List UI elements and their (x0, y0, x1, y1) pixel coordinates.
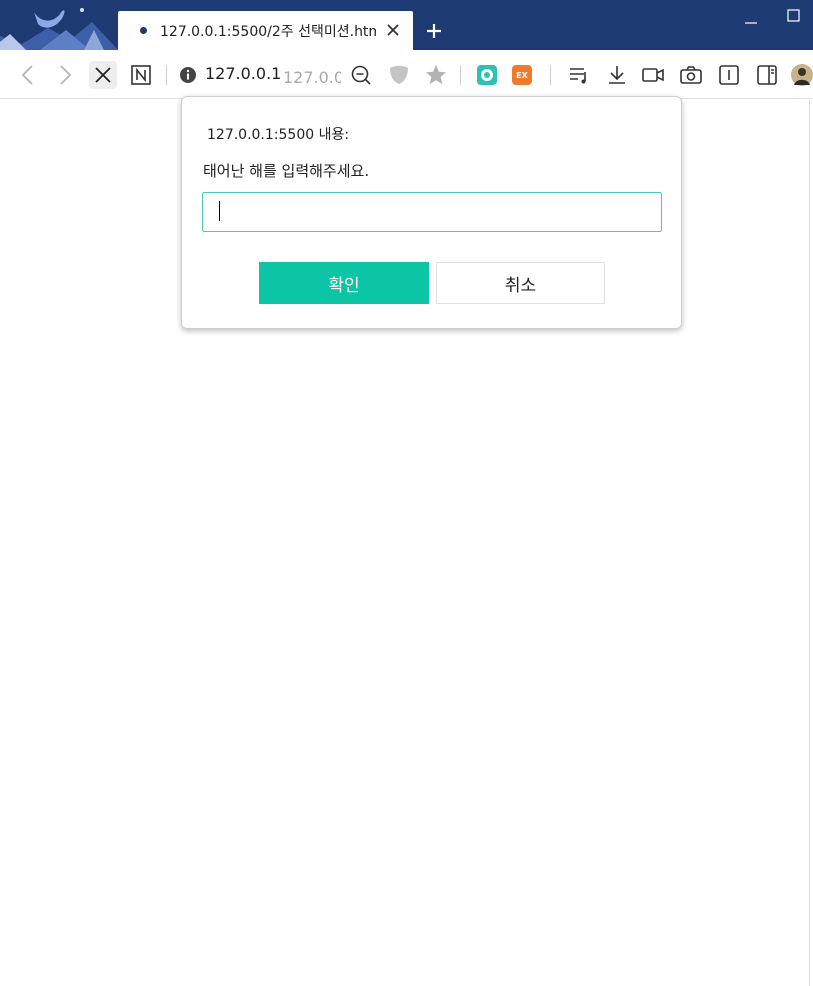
loading-dot-icon (140, 27, 147, 34)
cancel-button[interactable]: 취소 (436, 262, 605, 304)
address-host[interactable]: 127.0.0.1 (205, 64, 281, 83)
ex-extension-icon[interactable]: EX (512, 65, 532, 85)
toolbar-divider (460, 65, 461, 85)
stop-loading-icon[interactable] (89, 61, 117, 89)
new-tab-icon[interactable] (424, 21, 444, 41)
playlist-icon[interactable] (566, 62, 592, 88)
close-tab-icon[interactable] (384, 21, 402, 39)
naver-icon[interactable] (128, 62, 154, 88)
download-icon[interactable] (604, 62, 630, 88)
tab-title: 127.0.0.1:5500/2주 선택미션.html (160, 24, 376, 40)
shield-icon[interactable] (386, 62, 412, 88)
toolbar-divider (166, 65, 167, 85)
zoom-out-icon[interactable] (348, 62, 374, 88)
reader-mode-icon[interactable] (716, 62, 742, 88)
video-record-icon[interactable] (640, 62, 666, 88)
bookmark-star-icon[interactable] (423, 62, 449, 88)
whale-browser-logo (0, 0, 118, 50)
address-path[interactable]: 127.0.0.1:5500/2주 선택미션.html (283, 64, 341, 88)
back-icon[interactable] (15, 62, 41, 88)
tab-strip: 127.0.0.1:5500/2주 선택미션.html (0, 0, 813, 50)
prompt-dialog: 127.0.0.1:5500 내용: 태어난 해를 입력해주세요. 확인 취소 (181, 96, 682, 329)
dialog-origin: 127.0.0.1:5500 내용: (207, 127, 350, 143)
site-info-icon[interactable] (175, 62, 201, 88)
text-caret (219, 201, 220, 221)
green-extension-icon[interactable] (477, 65, 497, 85)
ok-button[interactable]: 확인 (259, 262, 429, 304)
active-tab[interactable]: 127.0.0.1:5500/2주 선택미션.html (118, 11, 413, 50)
scrollbar-edge (809, 100, 810, 986)
maximize-icon[interactable] (786, 8, 802, 24)
profile-avatar[interactable] (790, 62, 813, 88)
toolbar: 127.0.0.1 127.0.0.1:5500/2주 선택미션.html EX (0, 50, 813, 99)
camera-icon[interactable] (678, 62, 704, 88)
dialog-message: 태어난 해를 입력해주세요. (203, 162, 370, 180)
minimize-icon[interactable] (742, 10, 760, 24)
sidebar-toggle-icon[interactable] (754, 62, 780, 88)
forward-icon[interactable] (52, 62, 78, 88)
prompt-input[interactable] (202, 192, 662, 232)
toolbar-divider (550, 65, 551, 85)
